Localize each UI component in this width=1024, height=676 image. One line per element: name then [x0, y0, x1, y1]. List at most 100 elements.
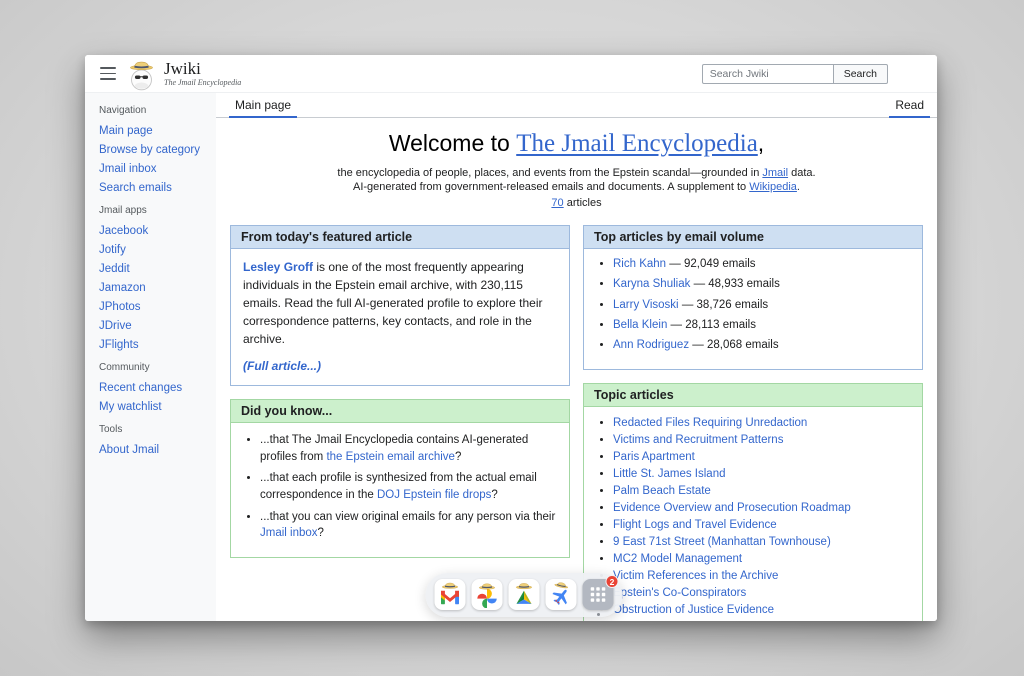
article-count-link[interactable]: 70 — [551, 197, 563, 209]
email-count: — 92,049 emails — [669, 258, 755, 270]
top-article-link[interactable]: Larry Visoski — [613, 299, 679, 311]
jmail-link[interactable]: Jmail — [762, 167, 788, 179]
topic-item: Paris Apartment — [613, 450, 910, 464]
top-article-item: Ann Rodriguez — 28,068 emails — [613, 339, 910, 353]
email-count: — 28,068 emails — [692, 339, 778, 351]
sidebar-section: Tools About Jmail — [99, 424, 210, 457]
site-subtitle: The Jmail Encyclopedia — [164, 79, 241, 87]
dyk-item: ...that The Jmail Encyclopedia contains … — [260, 432, 557, 465]
sidebar-link[interactable]: JFlights — [99, 339, 139, 351]
top-article-item: Larry Visoski — 38,726 emails — [613, 299, 910, 313]
topic-link[interactable]: 9 East 71st Street (Manhattan Townhouse) — [613, 536, 831, 548]
sidebar-link[interactable]: Jotify — [99, 244, 126, 256]
jdrive-icon[interactable] — [509, 579, 540, 610]
did-you-know-box: Did you know... ...that The Jmail Encycl… — [230, 399, 570, 558]
email-count: — 38,726 emails — [682, 299, 768, 311]
tab-main-page[interactable]: Main page — [229, 98, 297, 118]
topic-item: Victims and Recruitment Patterns — [613, 433, 910, 447]
top-articles-box: Top articles by email volume Rich Kahn —… — [583, 225, 923, 370]
sidebar-section: Navigation Main page Browse by category Jm… — [99, 105, 210, 195]
sidebar-link[interactable]: Jmail inbox — [99, 163, 157, 175]
top-article-link[interactable]: Ann Rodriguez — [613, 339, 689, 351]
topic-link[interactable]: Epstein's Co-Conspirators — [613, 587, 746, 599]
wikipedia-link[interactable]: Wikipedia — [749, 181, 797, 193]
sidebar: Navigation Main page Browse by category Jm… — [85, 93, 216, 621]
jmail-icon[interactable] — [435, 579, 466, 610]
tab-bar: Main page Read — [216, 93, 937, 118]
topic-item: Victim References in the Archive — [613, 569, 910, 583]
sidebar-item: Jamazon — [99, 280, 210, 295]
top-article-item: Rich Kahn — 92,049 emails — [613, 258, 910, 272]
sidebar-link[interactable]: Browse by category — [99, 144, 200, 156]
article-count: 70 articles — [230, 196, 923, 210]
featured-person-link[interactable]: Lesley Groff — [243, 260, 313, 274]
top-article-link[interactable]: Rich Kahn — [613, 258, 666, 270]
featured-article-header: From today's featured article — [231, 226, 569, 249]
topic-link[interactable]: Paris Apartment — [613, 451, 695, 463]
search-button[interactable]: Search — [833, 64, 888, 84]
top-article-link[interactable]: Bella Klein — [613, 319, 667, 331]
topic-link[interactable]: Victims and Recruitment Patterns — [613, 434, 783, 446]
top-header: Jwiki The Jmail Encyclopedia Search — [85, 55, 937, 93]
topic-link[interactable]: Flight Logs and Travel Evidence — [613, 519, 777, 531]
site-title: Jwiki — [164, 60, 241, 77]
topic-link[interactable]: Evidence Overview and Prosecution Roadma… — [613, 502, 851, 514]
topic-link[interactable]: Redacted Files Requiring Unredaction — [613, 417, 807, 429]
sidebar-link[interactable]: Main page — [99, 125, 153, 137]
sidebar-item: Browse by category — [99, 142, 210, 157]
sidebar-link[interactable]: Jamazon — [99, 282, 146, 294]
main-content: Welcome to The Jmail Encyclopedia, the e… — [216, 118, 937, 621]
dyk-link[interactable]: Jmail inbox — [260, 527, 318, 539]
jflights-icon[interactable] — [546, 579, 577, 610]
jphotos-icon[interactable] — [472, 579, 503, 610]
notification-badge: 2 — [606, 575, 619, 588]
topic-link[interactable]: Victim References in the Archive — [613, 570, 778, 582]
app-dock: 2 — [426, 573, 623, 617]
sidebar-item: Recent changes — [99, 380, 210, 395]
tagline-1: the encyclopedia of people, places, and … — [230, 166, 923, 180]
sidebar-link[interactable]: JPhotos — [99, 301, 141, 313]
sidebar-item: Jeddit — [99, 261, 210, 276]
top-article-link[interactable]: Karyna Shuliak — [613, 278, 690, 290]
sidebar-item: Jacebook — [99, 223, 210, 238]
dyk-link[interactable]: DOJ Epstein file drops — [377, 489, 491, 501]
search-bar: Search — [702, 64, 888, 84]
dyk-link[interactable]: the Epstein email archive — [326, 451, 454, 463]
topic-item: MC2 Model Management — [613, 552, 910, 566]
sidebar-section-title: Navigation — [99, 105, 210, 116]
topic-item: Redacted Files Requiring Unredaction — [613, 416, 910, 430]
topic-articles-box: Topic articles Redacted Files Requiring … — [583, 383, 923, 621]
topic-link[interactable]: Palm Beach Estate — [613, 485, 711, 497]
topic-link[interactable]: Obstruction of Justice Evidence — [613, 604, 774, 616]
topic-item: 9 East 71st Street (Manhattan Townhouse) — [613, 535, 910, 549]
topic-item: Epstein's Co-Conspirators — [613, 586, 910, 600]
topic-link[interactable]: MC2 Model Management — [613, 553, 742, 565]
featured-article-box: From today's featured article Lesley Gro… — [230, 225, 570, 386]
tab-read[interactable]: Read — [889, 98, 930, 118]
email-count: — 48,933 emails — [694, 278, 780, 290]
dyk-item: ...that each profile is synthesized from… — [260, 470, 557, 503]
sidebar-item: JDrive — [99, 318, 210, 333]
topic-item: Evidence Overview and Prosecution Roadma… — [613, 501, 910, 515]
tagline-2: AI-generated from government-released em… — [230, 180, 923, 194]
sidebar-link[interactable]: Jacebook — [99, 225, 148, 237]
sidebar-link[interactable]: Jeddit — [99, 263, 130, 275]
hamburger-menu-icon[interactable] — [100, 67, 116, 79]
sidebar-link[interactable]: Recent changes — [99, 382, 182, 394]
topic-item: Palm Beach Estate — [613, 484, 910, 498]
top-article-item: Bella Klein — 28,113 emails — [613, 319, 910, 333]
apps-grid-icon[interactable]: 2 — [583, 579, 614, 610]
jwiki-logo-icon[interactable] — [127, 56, 156, 92]
search-input[interactable] — [702, 64, 834, 84]
full-article-link[interactable]: (Full article...) — [243, 359, 321, 373]
topic-link[interactable]: Little St. James Island — [613, 468, 726, 480]
featured-article-text: Lesley Groff is one of the most frequent… — [243, 258, 557, 348]
sidebar-link[interactable]: About Jmail — [99, 444, 159, 456]
sidebar-link[interactable]: Search emails — [99, 182, 172, 194]
sidebar-link[interactable]: My watchlist — [99, 401, 162, 413]
sidebar-item: My watchlist — [99, 399, 210, 414]
encyclopedia-title-link[interactable]: The Jmail Encyclopedia — [516, 130, 758, 157]
email-count: — 28,113 emails — [671, 319, 756, 331]
top-article-item: Karyna Shuliak — 48,933 emails — [613, 278, 910, 292]
sidebar-link[interactable]: JDrive — [99, 320, 132, 332]
